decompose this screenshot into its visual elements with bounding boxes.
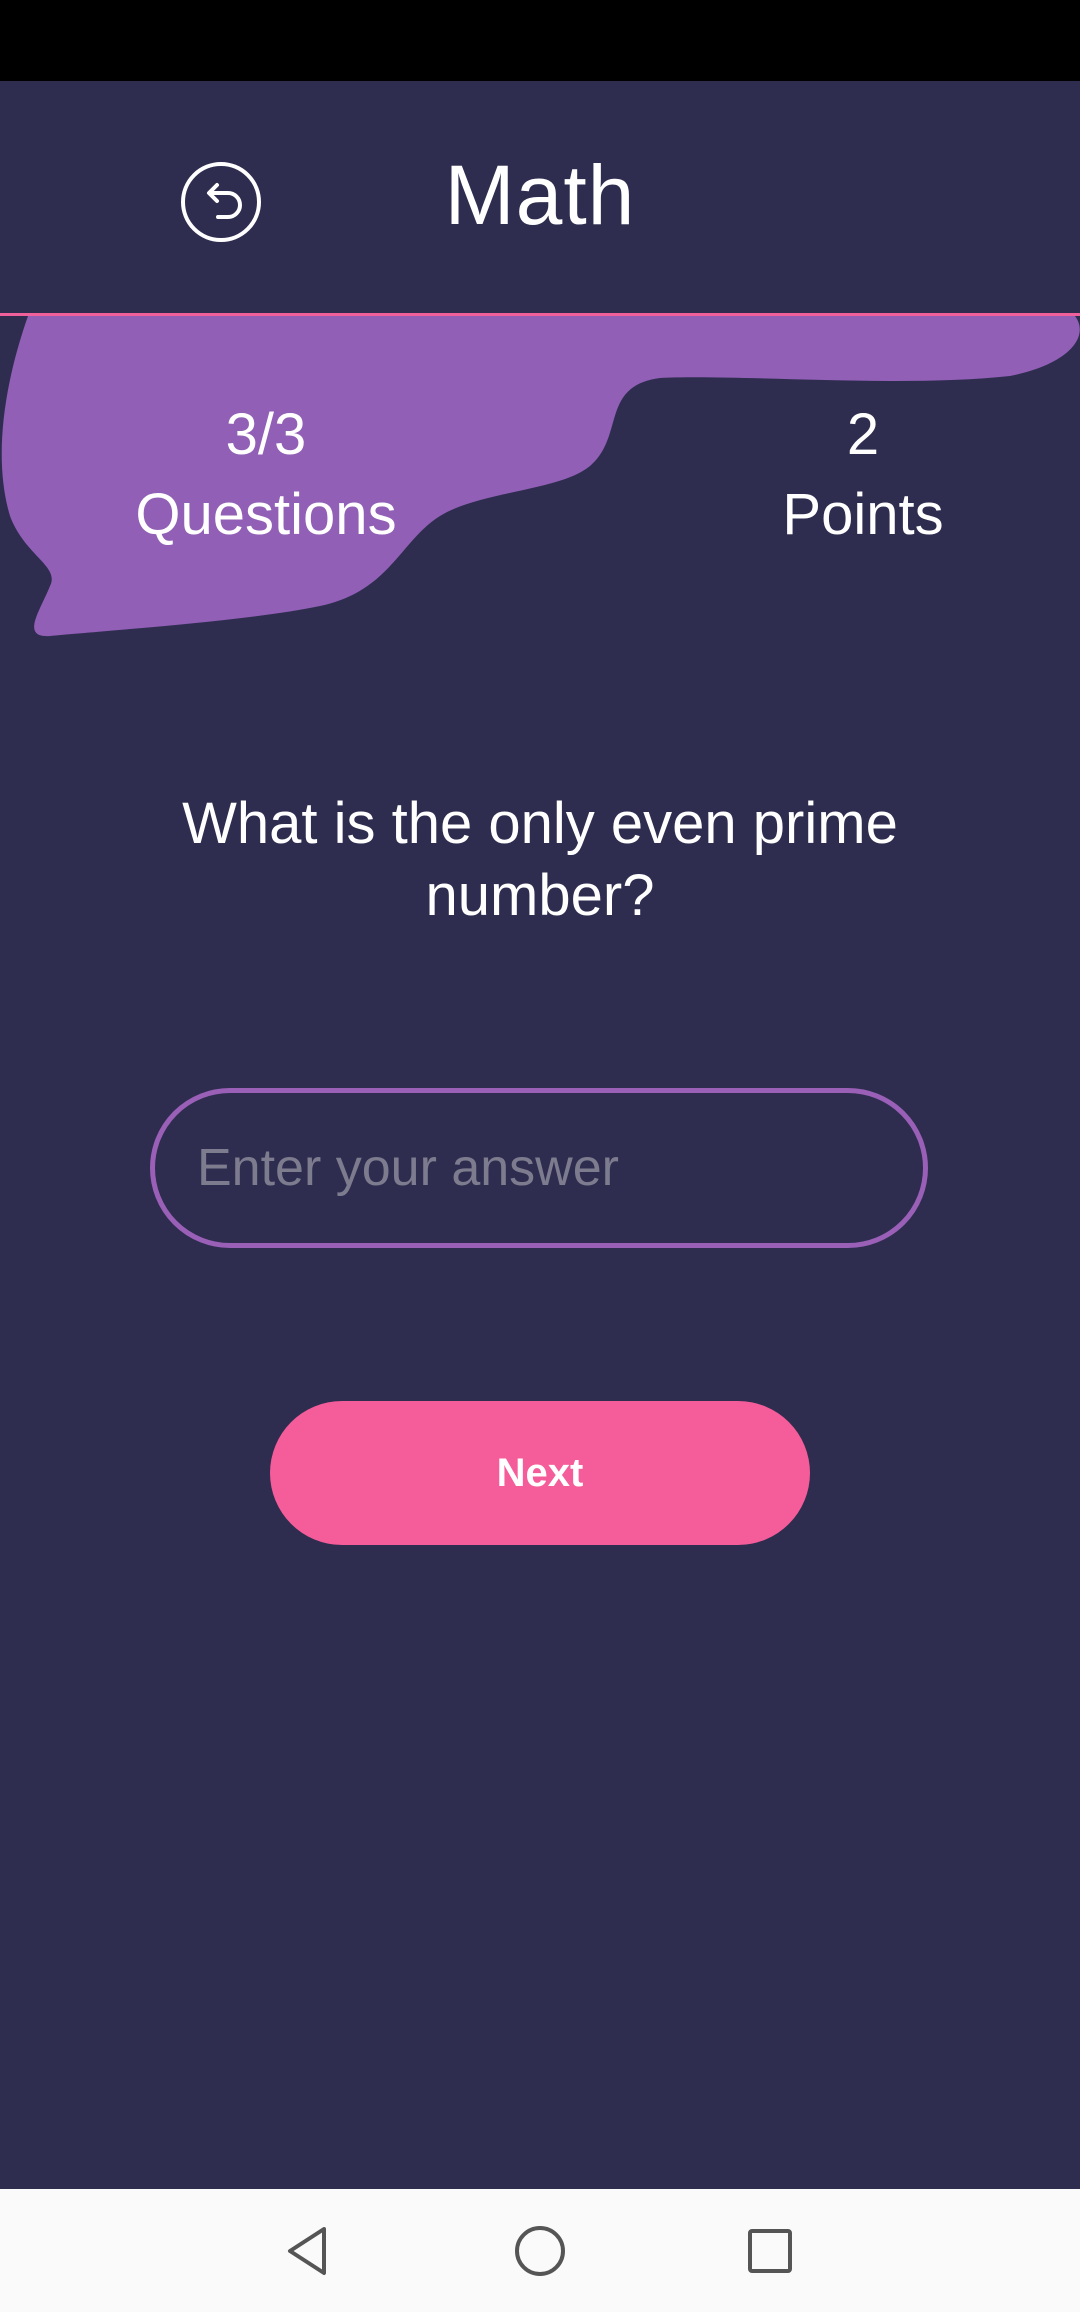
- triangle-back-icon: [288, 2227, 326, 2275]
- questions-counter: 3/3 Questions: [80, 395, 452, 555]
- page-title: Math: [444, 148, 636, 242]
- system-navigation-bar: [0, 2189, 1080, 2312]
- circle-home-icon: [515, 2226, 565, 2276]
- points-value: 2: [846, 402, 880, 467]
- square-recents-icon: [748, 2229, 792, 2273]
- status-bar: [0, 0, 1080, 81]
- questions-value: 3/3: [225, 402, 307, 467]
- next-button[interactable]: Next: [270, 1401, 810, 1545]
- system-back-button[interactable]: [276, 2219, 340, 2283]
- answer-input[interactable]: [150, 1088, 928, 1248]
- points-label: Points: [782, 482, 944, 547]
- questions-label: Questions: [135, 482, 397, 547]
- points-counter: 2 Points: [690, 395, 1036, 555]
- app-bar: Math: [0, 81, 1080, 313]
- question-text: What is the only even prime number?: [182, 791, 898, 928]
- system-home-button[interactable]: [508, 2219, 572, 2283]
- system-recents-button[interactable]: [738, 2219, 802, 2283]
